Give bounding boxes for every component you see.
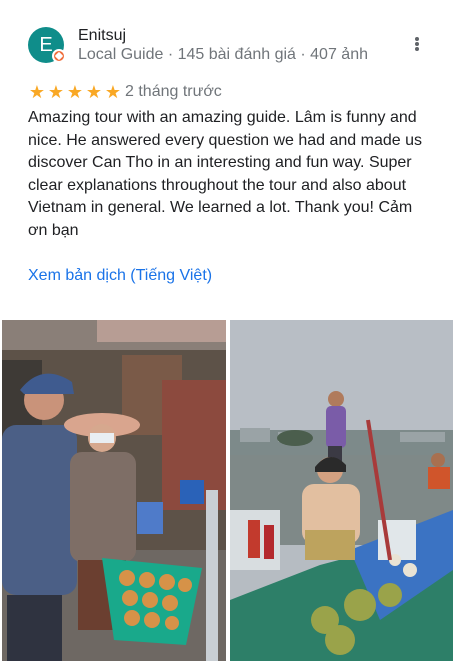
floating-market-photo[interactable] [230, 320, 453, 661]
star-icon: ★ [28, 82, 46, 102]
review-time: 2 tháng trước [125, 83, 222, 100]
author-name[interactable]: Enitsuj [78, 27, 126, 45]
more-vert-icon[interactable] [409, 34, 425, 54]
star-rating: ★ ★ ★ ★ ★ [28, 83, 122, 101]
review-text: Amazing tour with an amazing guide. Lâm … [28, 109, 423, 239]
review-card: E Enitsuj Local Guide · 145 bài đánh giá… [0, 0, 456, 661]
star-icon: ★ [85, 82, 103, 102]
local-guide-badge-icon [52, 49, 66, 63]
market-photo[interactable] [2, 320, 226, 661]
star-icon: ★ [66, 82, 84, 102]
translate-link[interactable]: Xem bản dịch (Tiếng Việt) [28, 267, 212, 285]
author-meta: Local Guide · 145 bài đánh giá · 407 ảnh [78, 46, 368, 63]
star-icon: ★ [47, 82, 65, 102]
star-icon: ★ [104, 82, 122, 102]
